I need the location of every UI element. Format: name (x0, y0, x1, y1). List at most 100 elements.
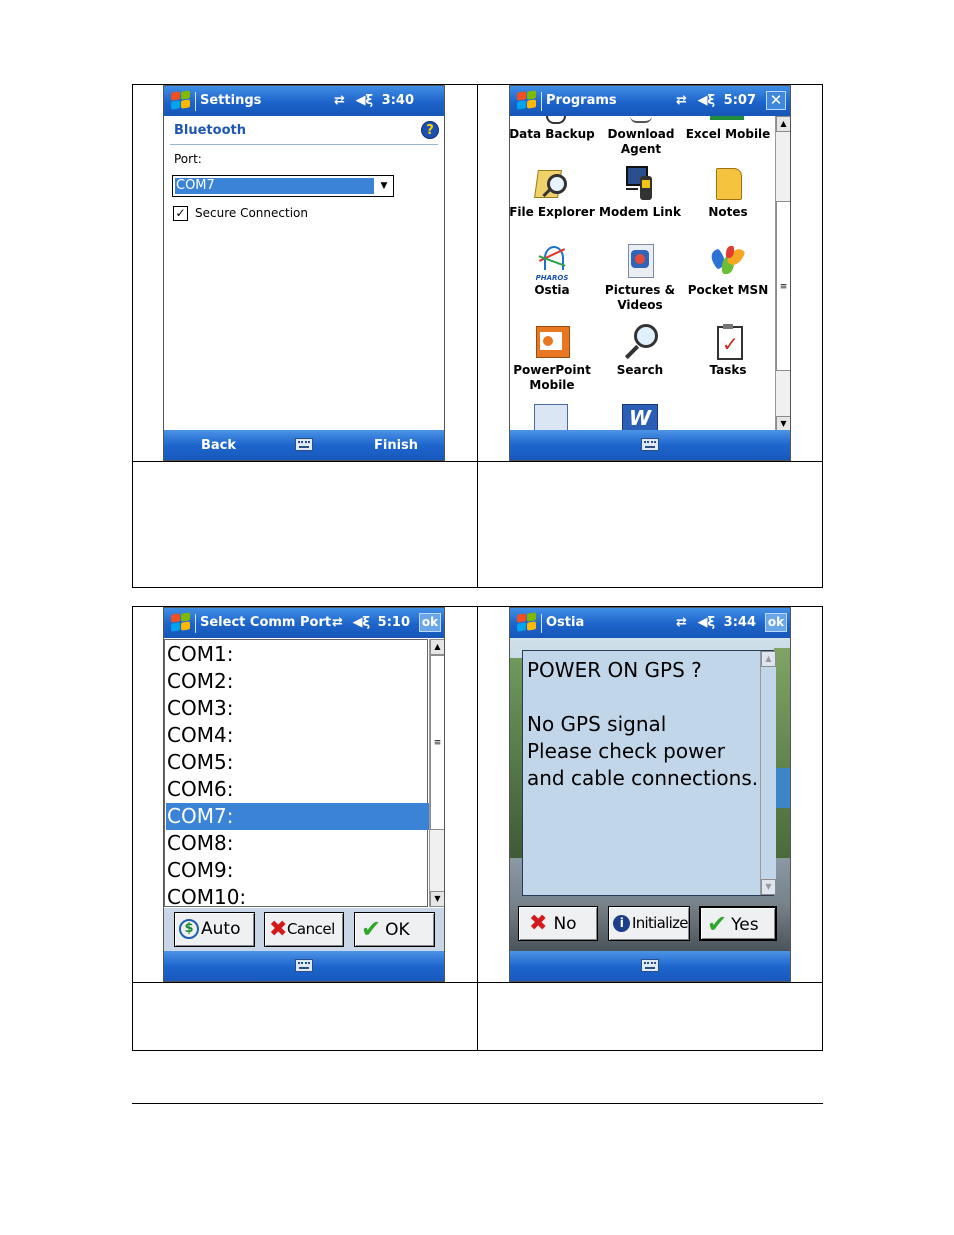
refresh-icon: $ (179, 919, 199, 939)
connectivity-icon[interactable]: ⇄ (334, 93, 345, 108)
port-dropdown[interactable]: COM7 ▼ (172, 175, 394, 197)
excel-mobile-icon-partial (710, 116, 744, 120)
speaker-icon[interactable]: ◀ξ (697, 93, 715, 108)
status-icons[interactable]: ⇄ ◀ξ 3:40 (334, 93, 414, 108)
ok-title-button[interactable]: ok (765, 613, 787, 632)
program-notes[interactable]: Notes (684, 166, 772, 220)
list-item[interactable]: COM8: (166, 830, 430, 857)
button-row: $ Auto ✖Cancel ✔ OK (164, 908, 444, 951)
ok-button[interactable]: ✔ OK (354, 912, 435, 947)
clock[interactable]: 5:07 (724, 93, 756, 108)
program-download-agent[interactable]: Download Agent (596, 127, 686, 157)
message-line: Please check power (527, 739, 725, 763)
windows-flag-icon[interactable] (516, 612, 538, 633)
scroll-down-icon[interactable]: ▼ (430, 891, 444, 907)
keyboard-icon[interactable] (641, 959, 659, 972)
list-item[interactable]: COM1: (166, 641, 430, 668)
file-explorer-icon (534, 166, 570, 202)
status-icons[interactable]: ⇄ ◀ξ 3:44 (676, 615, 756, 630)
speaker-icon[interactable]: ◀ξ (355, 93, 373, 108)
tasks-icon: ✓ (710, 324, 746, 360)
status-icons[interactable]: ⇄ ◀ξ 5:10 (332, 615, 410, 630)
connectivity-icon[interactable]: ⇄ (676, 615, 687, 630)
list-item[interactable]: COM4: (166, 722, 430, 749)
program-label: Pictures & Videos (604, 283, 676, 312)
speaker-icon[interactable]: ◀ξ (697, 615, 715, 630)
heading-divider (170, 144, 438, 145)
chevron-down-icon[interactable]: ▼ (377, 179, 391, 193)
status-icons[interactable]: ⇄ ◀ξ 5:07 (676, 93, 756, 108)
back-button[interactable]: Back (201, 438, 236, 453)
scroll-up-icon[interactable]: ▲ (430, 639, 444, 655)
finish-button[interactable]: Finish (374, 438, 418, 453)
keyboard-icon[interactable] (641, 438, 659, 451)
clock[interactable]: 5:10 (378, 615, 410, 630)
program-excel-mobile[interactable]: Excel Mobile (684, 127, 772, 142)
secure-connection-checkbox[interactable]: ✓ (173, 206, 188, 221)
list-item[interactable]: COM6: (166, 776, 430, 803)
program-tasks[interactable]: ✓ Tasks (684, 324, 772, 378)
yes-button[interactable]: ✔ Yes (699, 906, 777, 941)
comm-port-list[interactable]: COM1: COM2: COM3: COM4: COM5: COM6: COM7… (164, 639, 430, 909)
vertical-scrollbar[interactable]: ▲ ≡ ▼ (775, 116, 790, 432)
window-title: Settings (200, 93, 262, 108)
close-button[interactable]: ✕ (766, 91, 786, 110)
program-label: PowerPoint Mobile (513, 363, 591, 392)
keyboard-icon[interactable] (295, 959, 313, 972)
connectivity-icon[interactable]: ⇄ (676, 93, 687, 108)
list-item[interactable]: COM10: (166, 884, 430, 911)
message-line: and cable connections. (527, 766, 759, 790)
message-scrollbar[interactable]: ▲ ▼ (760, 651, 776, 895)
windows-flag-icon[interactable] (516, 90, 538, 111)
program-powerpoint-mobile[interactable]: PowerPoint Mobile (510, 324, 596, 393)
title-separator (195, 92, 196, 111)
program-data-backup[interactable]: Data Backup (510, 127, 596, 142)
checkmark-icon: ✔ (707, 910, 728, 938)
ok-title-button[interactable]: ok (419, 613, 441, 632)
bottom-table-row-divider (132, 982, 823, 983)
window-title: Select Comm Port (200, 615, 332, 630)
message-line: No GPS signal (527, 712, 667, 736)
title-separator (195, 614, 196, 633)
help-icon[interactable]: ? (421, 121, 439, 139)
select-comm-port-screen: Select Comm Port ⇄ ◀ξ 5:10 ok COM1: COM2… (163, 607, 445, 982)
scrollbar-thumb[interactable]: ≡ (430, 655, 444, 830)
vertical-scrollbar[interactable]: ▲ ≡ ▼ (429, 639, 444, 907)
windows-flag-icon[interactable] (170, 612, 192, 633)
connectivity-icon[interactable]: ⇄ (332, 615, 343, 630)
scroll-up-icon[interactable]: ▲ (776, 116, 790, 132)
program-ostia[interactable]: PHAROS Ostia (510, 244, 596, 298)
cancel-button[interactable]: ✖Cancel (264, 912, 344, 947)
speaker-icon[interactable]: ◀ξ (352, 615, 370, 630)
program-file-explorer[interactable]: File Explorer (509, 166, 596, 220)
program-search[interactable]: Search (596, 324, 684, 378)
program-label: Notes (708, 205, 748, 219)
list-item[interactable]: COM5: (166, 749, 430, 776)
list-item[interactable]: COM3: (166, 695, 430, 722)
cancel-label: Cancel (286, 920, 335, 938)
list-item-selected[interactable]: COM7: (166, 803, 430, 830)
program-pictures-videos[interactable]: Pictures & Videos (596, 244, 684, 313)
page-heading: Bluetooth (174, 123, 246, 138)
keyboard-icon[interactable] (295, 438, 313, 451)
clock[interactable]: 3:44 (724, 615, 756, 630)
program-pocket-msn[interactable]: Pocket MSN (684, 244, 772, 298)
yes-label: Yes (731, 914, 759, 935)
program-modem-link[interactable]: Modem Link (596, 166, 684, 220)
port-label: Port: (174, 152, 202, 166)
scrollbar-thumb[interactable]: ≡ (776, 201, 790, 371)
ostia-icon: PHAROS (534, 244, 570, 282)
x-icon: ✖ (269, 917, 287, 942)
message-line: POWER ON GPS ? (527, 658, 702, 682)
auto-button[interactable]: $ Auto (174, 912, 255, 947)
list-item[interactable]: COM9: (166, 857, 430, 884)
clock[interactable]: 3:40 (382, 93, 414, 108)
program-label: File Explorer (509, 205, 595, 219)
no-button[interactable]: ✖ No (518, 906, 598, 941)
scroll-up-icon[interactable]: ▲ (761, 651, 776, 667)
windows-flag-icon[interactable] (170, 90, 192, 111)
scroll-down-icon[interactable]: ▼ (761, 879, 776, 895)
list-item[interactable]: COM2: (166, 668, 430, 695)
initialize-button[interactable]: i Initialize (608, 906, 690, 941)
window-title: Ostia (546, 615, 585, 630)
